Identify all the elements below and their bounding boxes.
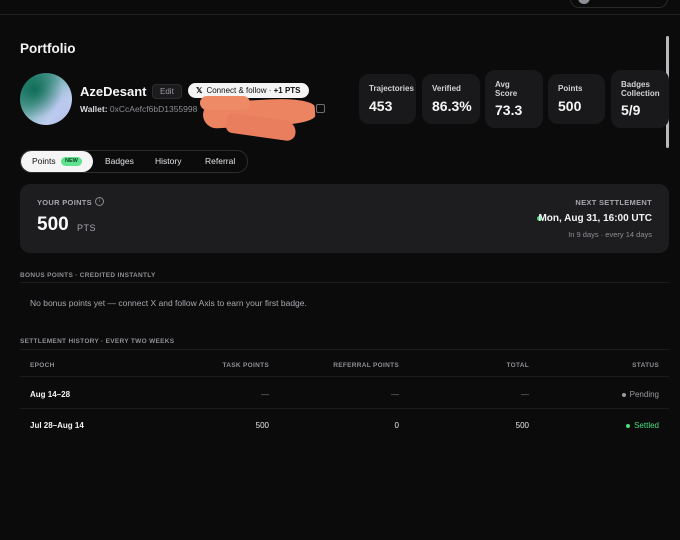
info-icon[interactable]: i bbox=[95, 197, 104, 206]
stat-value: 73.3 bbox=[495, 102, 523, 118]
avatar bbox=[20, 73, 72, 125]
cell-referral-points: — bbox=[391, 390, 399, 399]
stat-card-trajectories: Trajectories 453 bbox=[359, 74, 416, 124]
cell-epoch: Aug 14–28 bbox=[30, 390, 71, 399]
stat-label: Badges Collection bbox=[621, 80, 660, 98]
cell-total: 500 bbox=[515, 421, 529, 430]
history-heading: SETTLEMENT HISTORY · EVERY TWO WEEKS bbox=[20, 338, 175, 345]
next-settlement-sub: In 9 days · every 14 days bbox=[568, 230, 652, 239]
stat-value: 5/9 bbox=[621, 102, 641, 118]
status-dot-icon bbox=[626, 423, 631, 428]
column-header-referral-points: REFERRAL POINTS bbox=[333, 362, 399, 369]
cell-task-points: 500 bbox=[255, 421, 269, 430]
next-settlement-date: Mon, Aug 31, 16:00 UTC bbox=[538, 213, 652, 224]
bonus-empty-text: No bonus points yet — connect X and foll… bbox=[30, 298, 307, 308]
status-badge: Settled bbox=[626, 421, 659, 430]
cell-total: — bbox=[521, 390, 529, 399]
stat-card-points: Points 500 bbox=[548, 74, 605, 124]
stat-value: 453 bbox=[369, 98, 393, 114]
stat-card-verified: Verified 86.3% bbox=[422, 74, 480, 124]
divider bbox=[20, 349, 669, 350]
tab-bar: Points NEW Badges History Referral bbox=[20, 150, 248, 173]
account-menu-button[interactable] bbox=[570, 0, 668, 8]
username: AzeDesant bbox=[80, 84, 147, 99]
points-value: 500 bbox=[37, 214, 69, 235]
stat-label: Points bbox=[558, 84, 583, 93]
x-logo-icon: 𝕏 bbox=[196, 86, 203, 95]
copy-icon[interactable] bbox=[316, 104, 325, 113]
top-bar bbox=[0, 0, 680, 15]
stat-card-avg-score: Avg Score 73.3 bbox=[485, 70, 543, 128]
divider bbox=[20, 282, 669, 283]
your-points-label: YOUR POINTS bbox=[37, 198, 92, 207]
tab-points[interactable]: Points NEW bbox=[21, 151, 93, 172]
stat-label: Avg Score bbox=[495, 80, 518, 98]
redaction-mark bbox=[200, 96, 250, 110]
wallet-value: 0xCcAefcf6bD1355998 bbox=[109, 104, 198, 114]
points-card: YOUR POINTS i 500 PTS NEXT SETTLEMENT Mo… bbox=[20, 184, 669, 253]
bonus-heading: BONUS POINTS · CREDITED INSTANTLY bbox=[20, 272, 156, 279]
connect-label: Connect & follow · bbox=[206, 86, 274, 95]
cell-task-points: — bbox=[261, 390, 269, 399]
tab-history[interactable]: History bbox=[155, 151, 181, 172]
stat-label: Verified bbox=[432, 84, 461, 93]
divider bbox=[20, 376, 669, 377]
column-header-total: TOTAL bbox=[506, 362, 529, 369]
stat-card-badges: Badges Collection 5/9 bbox=[611, 70, 669, 128]
divider bbox=[20, 408, 669, 409]
column-header-status: STATUS bbox=[632, 362, 659, 369]
wallet-label: Wallet: bbox=[80, 104, 108, 114]
cell-epoch: Jul 28–Aug 14 bbox=[30, 421, 84, 430]
points-unit: PTS bbox=[77, 223, 97, 233]
next-settlement-label: NEXT SETTLEMENT bbox=[575, 198, 652, 207]
connect-points: +1 PTS bbox=[273, 86, 301, 95]
stat-value: 500 bbox=[558, 98, 582, 114]
edit-profile-button[interactable]: Edit bbox=[152, 84, 182, 99]
new-badge: NEW bbox=[61, 157, 82, 166]
tab-badges[interactable]: Badges bbox=[105, 151, 134, 172]
wallet-address: Wallet: 0xCcAefcf6bD1355998 bbox=[80, 104, 197, 114]
tab-referral[interactable]: Referral bbox=[205, 151, 235, 172]
status-dot-icon bbox=[621, 392, 626, 397]
status-text: Pending bbox=[629, 390, 659, 399]
column-header-task-points: TASK POINTS bbox=[222, 362, 269, 369]
page-title: Portfolio bbox=[20, 41, 76, 56]
column-header-epoch: EPOCH bbox=[30, 362, 55, 369]
stat-value: 86.3% bbox=[432, 98, 472, 114]
tab-label: Points bbox=[32, 156, 56, 166]
status-badge: Pending bbox=[621, 390, 659, 399]
status-text: Settled bbox=[634, 421, 659, 430]
stat-label: Trajectories bbox=[369, 84, 414, 93]
cell-referral-points: 0 bbox=[394, 421, 399, 430]
